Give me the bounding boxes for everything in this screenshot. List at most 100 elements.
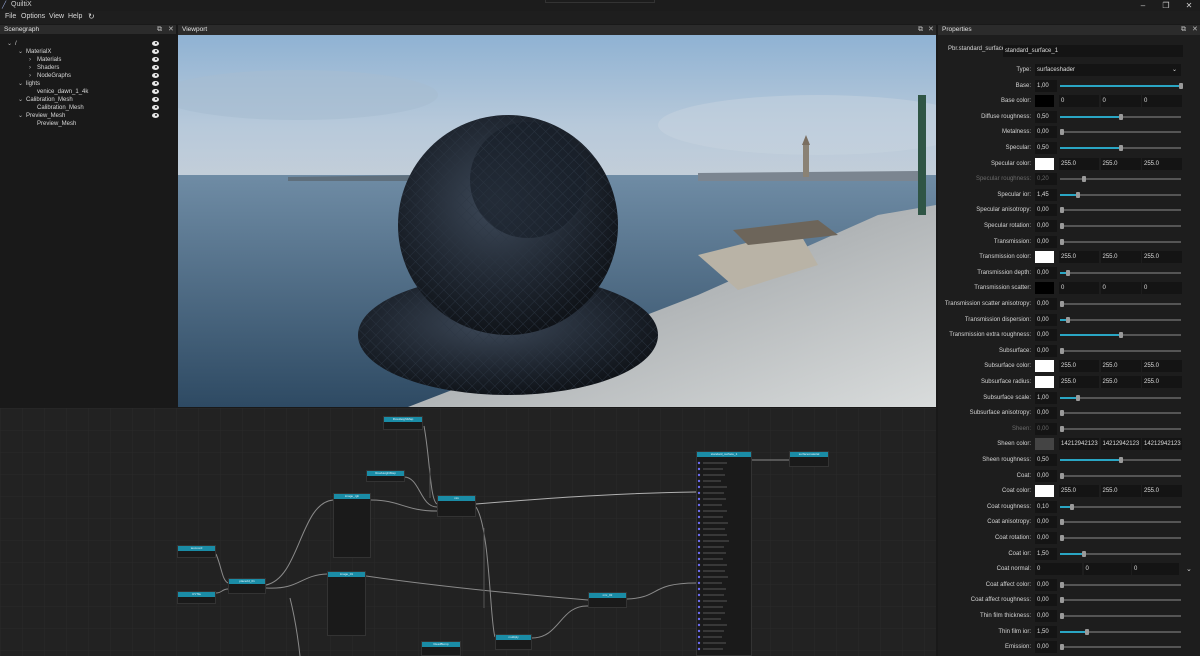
value-slider[interactable]: [1060, 503, 1181, 510]
slider-handle[interactable]: [1084, 628, 1089, 635]
value-field[interactable]: 0,00: [1035, 578, 1057, 591]
value-slider[interactable]: [1060, 316, 1181, 323]
value-field[interactable]: 0,10: [1035, 500, 1057, 513]
refresh-icon[interactable]: ↻: [88, 12, 95, 21]
color-swatch[interactable]: [1035, 95, 1054, 108]
value-field[interactable]: 0,00: [1035, 641, 1057, 654]
graph-node[interactable]: mix_02: [588, 592, 627, 608]
slider-handle[interactable]: [1060, 223, 1064, 229]
graph-node[interactable]: RowHeightMap: [383, 416, 423, 430]
slider-handle[interactable]: [1076, 394, 1081, 401]
slider-handle[interactable]: [1060, 472, 1064, 479]
value-slider[interactable]: [1060, 644, 1181, 651]
graph-node[interactable]: texcoord: [177, 545, 216, 558]
tree-item[interactable]: ⌄ MaterialX: [0, 48, 176, 56]
value-slider[interactable]: [1060, 457, 1181, 463]
chevron-down-icon[interactable]: ⌄: [7, 40, 13, 48]
chevron-down-icon[interactable]: ⌄: [18, 112, 24, 120]
value-slider[interactable]: [1060, 581, 1181, 588]
visibility-eye-icon[interactable]: [152, 49, 159, 54]
value-slider[interactable]: [1060, 332, 1181, 339]
component-field[interactable]: 255.0: [1100, 251, 1141, 264]
value-slider[interactable]: [1060, 425, 1181, 432]
color-swatch[interactable]: [1035, 157, 1054, 170]
component-field[interactable]: 255.0: [1100, 360, 1141, 373]
color-swatch[interactable]: [1035, 485, 1054, 498]
value-slider[interactable]: [1060, 597, 1181, 604]
value-field[interactable]: 0,00: [1035, 235, 1057, 248]
visibility-eye-icon[interactable]: [152, 97, 159, 102]
slider-handle[interactable]: [1060, 129, 1064, 136]
slider-handle[interactable]: [1060, 535, 1064, 541]
slider-handle[interactable]: [1060, 207, 1064, 214]
tree-item[interactable]: Calibration_Mesh: [0, 104, 176, 112]
value-field[interactable]: 0,00: [1035, 594, 1057, 607]
slider-handle[interactable]: [1118, 113, 1123, 120]
maximize-button[interactable]: ❐: [1155, 0, 1177, 11]
graph-node[interactable]: place2d_01: [228, 578, 266, 594]
tree-item[interactable]: › Materials: [0, 56, 176, 64]
visibility-eye-icon[interactable]: [152, 81, 159, 86]
component-field[interactable]: 0: [1142, 95, 1182, 108]
slider-handle[interactable]: [1066, 316, 1071, 323]
visibility-eye-icon[interactable]: [152, 89, 159, 94]
component-field[interactable]: 255.0: [1142, 157, 1182, 170]
tree-item[interactable]: ⌄ lights: [0, 80, 176, 88]
chevron-down-icon[interactable]: ⌄: [18, 96, 24, 104]
visibility-eye-icon[interactable]: [152, 57, 159, 62]
value-field[interactable]: 1,45: [1035, 188, 1057, 201]
menu-view[interactable]: View: [49, 13, 64, 20]
chevron-down-icon[interactable]: ⌄: [18, 48, 24, 56]
value-field[interactable]: 0,00: [1035, 329, 1057, 342]
value-slider[interactable]: [1060, 82, 1183, 89]
component-field[interactable]: 255.0: [1059, 251, 1099, 264]
value-field[interactable]: 0,00: [1035, 298, 1057, 310]
value-slider[interactable]: [1060, 145, 1181, 151]
slider-handle[interactable]: [1060, 410, 1064, 417]
value-field[interactable]: 0,50: [1035, 142, 1057, 154]
value-field[interactable]: 0,50: [1035, 454, 1057, 466]
value-field[interactable]: 1,50: [1035, 625, 1057, 638]
component-field[interactable]: 0: [1142, 282, 1182, 295]
color-swatch[interactable]: [1035, 376, 1054, 388]
slider-handle[interactable]: [1082, 550, 1087, 557]
slider-handle[interactable]: [1060, 238, 1064, 245]
value-slider[interactable]: [1060, 207, 1181, 214]
component-field[interactable]: 255.0: [1100, 485, 1141, 498]
graph-node[interactable]: standard_surface_1: [696, 451, 752, 656]
menu-help[interactable]: Help: [68, 13, 82, 20]
type-dropdown[interactable]: surfaceshader ⌄: [1035, 64, 1181, 76]
slider-handle[interactable]: [1060, 597, 1064, 604]
slider-handle[interactable]: [1060, 581, 1064, 588]
slider-handle[interactable]: [1082, 176, 1087, 183]
chevron-right-icon[interactable]: ›: [29, 72, 35, 80]
component-field[interactable]: 0: [1083, 563, 1131, 576]
value-slider[interactable]: [1060, 191, 1181, 198]
tree-item[interactable]: › Shaders: [0, 64, 176, 72]
node-name-field[interactable]: standard_surface_1: [1003, 45, 1183, 57]
slider-handle[interactable]: [1076, 191, 1081, 198]
graph-node[interactable]: RowHeightMap: [366, 470, 405, 482]
color-swatch[interactable]: [1035, 360, 1054, 373]
value-field[interactable]: 0,00: [1035, 422, 1057, 435]
component-field[interactable]: 255.0: [1059, 376, 1099, 388]
graph-node[interactable]: ReadBump: [421, 641, 461, 656]
value-slider[interactable]: [1060, 223, 1181, 229]
slider-handle[interactable]: [1060, 519, 1064, 526]
value-slider[interactable]: [1060, 410, 1181, 417]
component-field[interactable]: 255.0: [1142, 485, 1182, 498]
menu-file[interactable]: File: [5, 13, 16, 20]
value-slider[interactable]: [1060, 519, 1181, 526]
value-slider[interactable]: [1060, 176, 1181, 183]
tree-item[interactable]: ⌄ Preview_Mesh: [0, 112, 176, 120]
graph-node[interactable]: multiply: [495, 634, 532, 650]
value-field[interactable]: 0,00: [1035, 407, 1057, 420]
minimize-button[interactable]: –: [1132, 0, 1154, 11]
tree-item[interactable]: Preview_Mesh: [0, 120, 176, 128]
component-field[interactable]: 255.0: [1059, 485, 1099, 498]
value-field[interactable]: 0,00: [1035, 266, 1057, 279]
visibility-eye-icon[interactable]: [152, 41, 159, 46]
value-field[interactable]: 0,20: [1035, 173, 1057, 186]
chevron-down-icon[interactable]: ⌄: [18, 80, 24, 88]
slider-handle[interactable]: [1060, 613, 1064, 619]
